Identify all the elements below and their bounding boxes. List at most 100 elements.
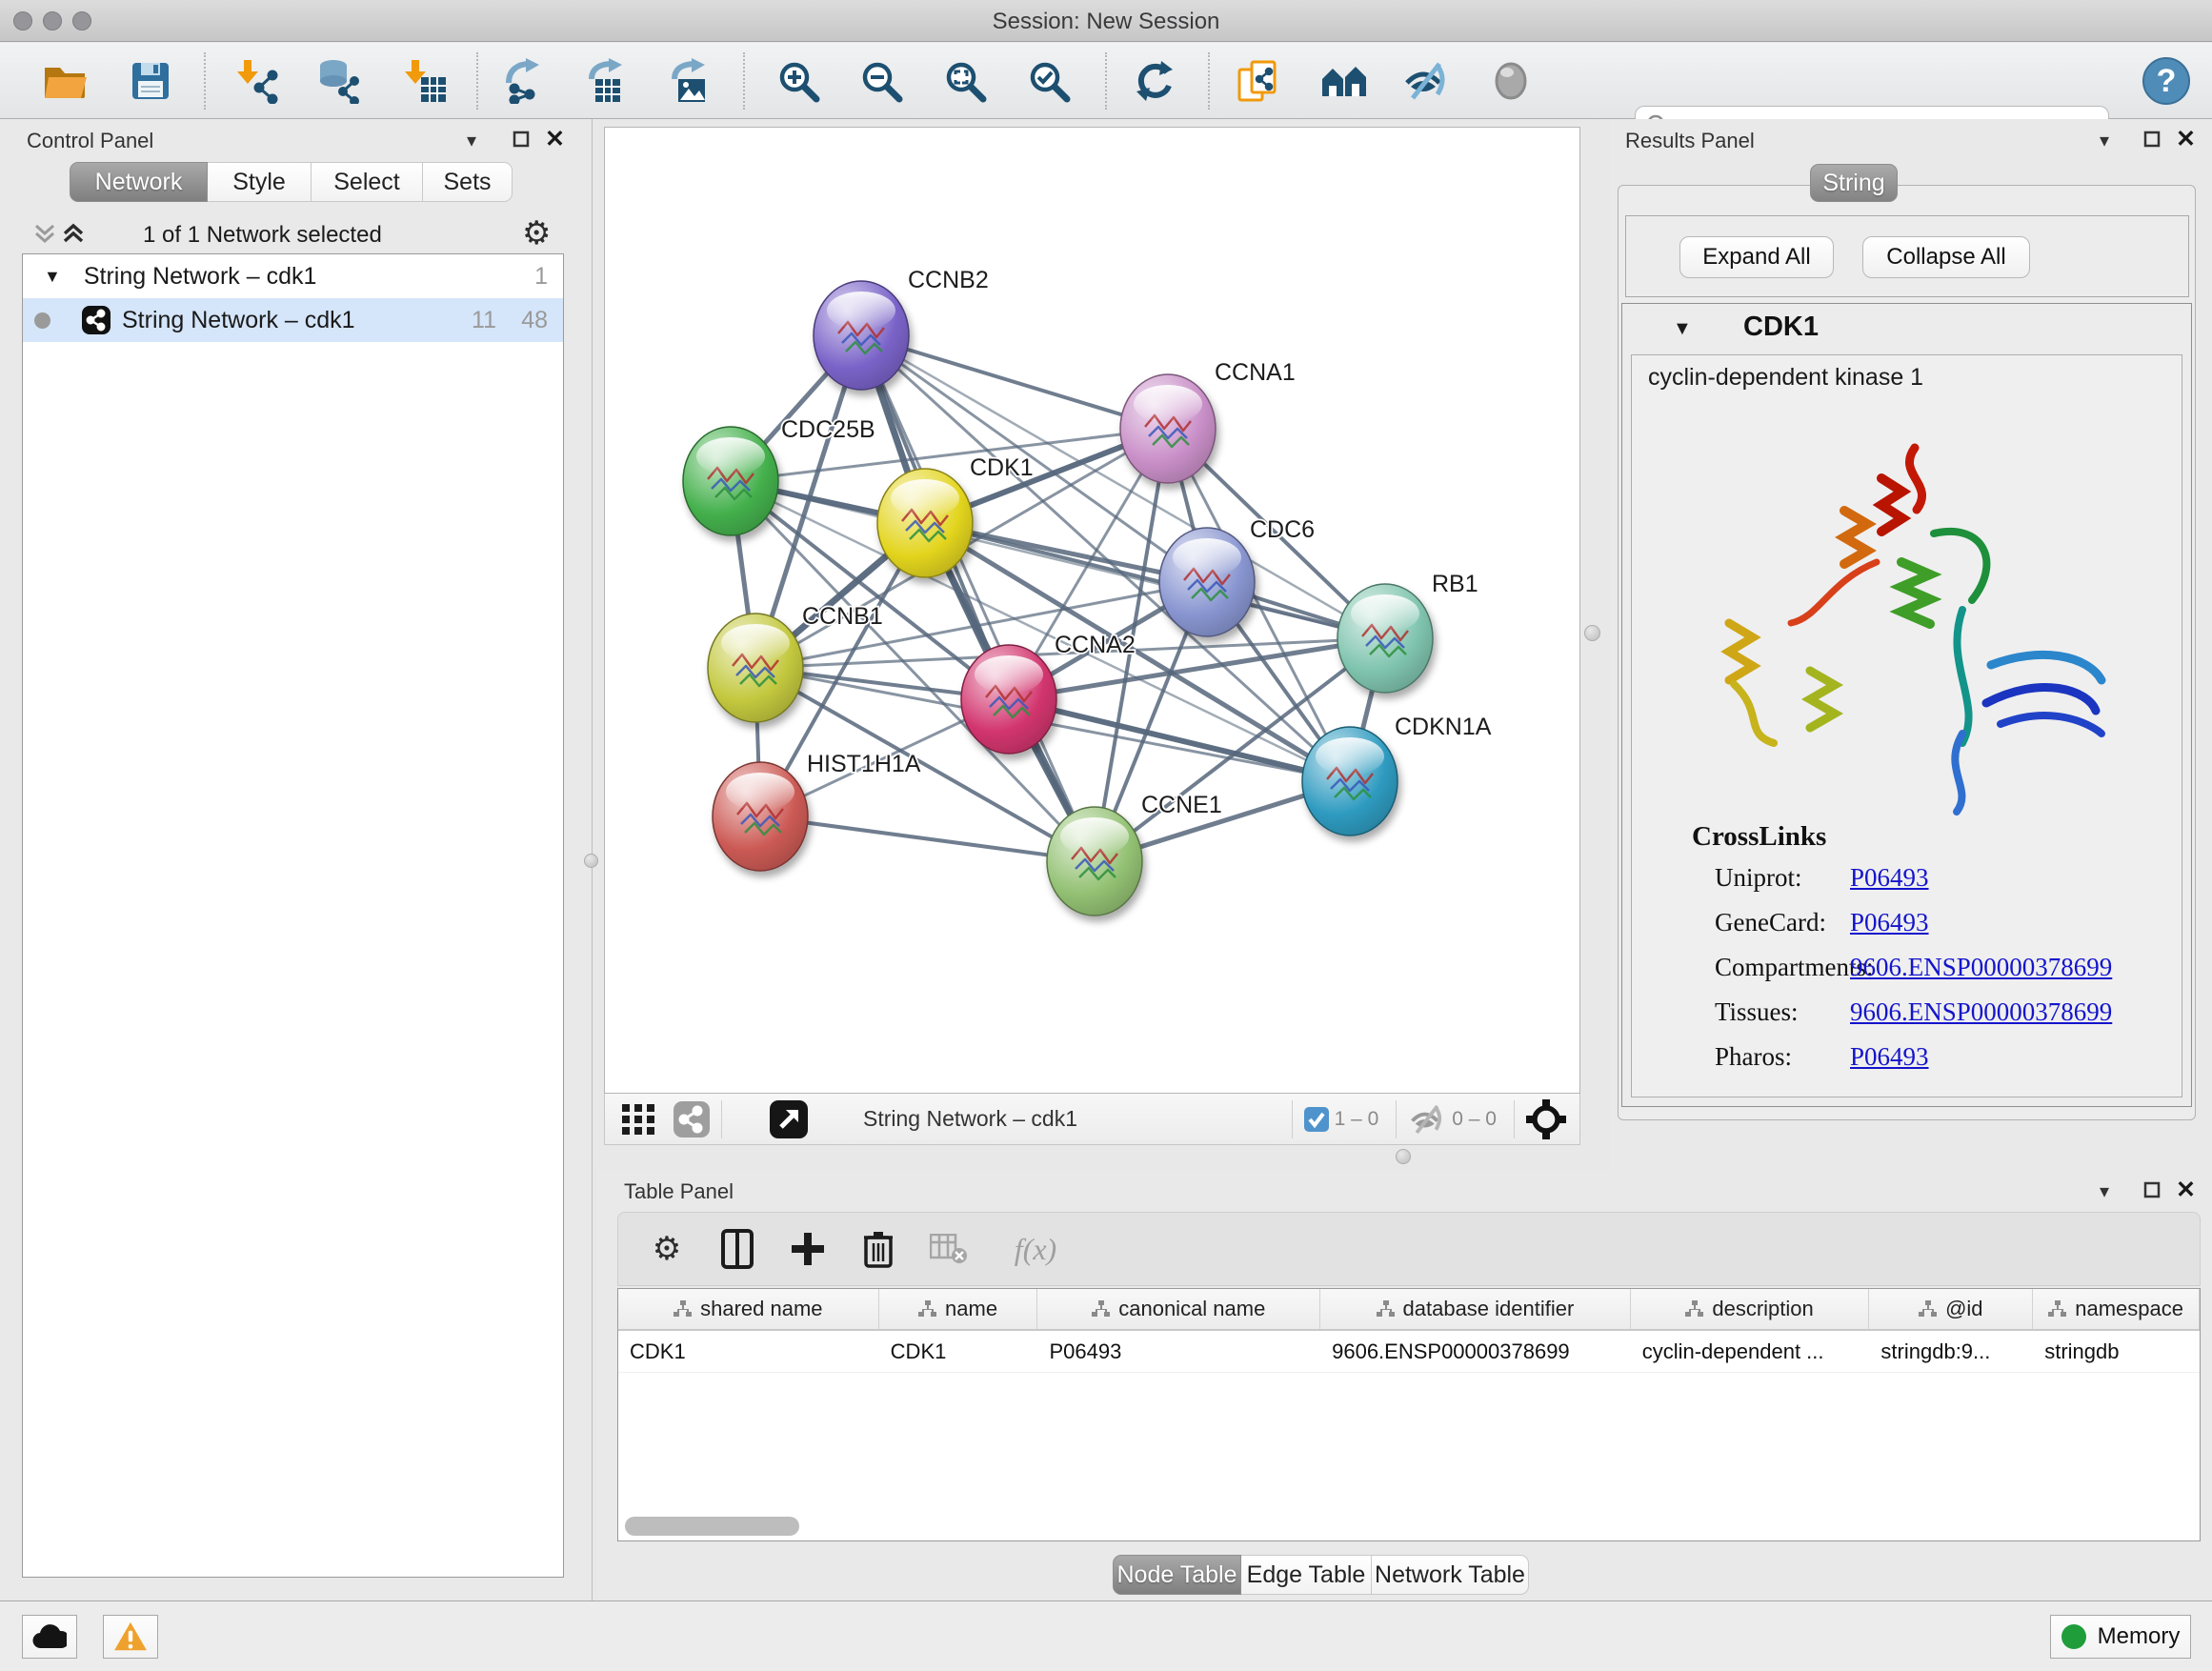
control-panel-menu-icon[interactable]: ▾	[467, 129, 476, 152]
save-session-button[interactable]	[126, 56, 175, 106]
crosslink-uniprot-link[interactable]: P06493	[1850, 863, 1929, 893]
open-in-window-icon[interactable]	[770, 1100, 808, 1138]
show-columns-button[interactable]	[715, 1227, 759, 1271]
import-table-file-button[interactable]	[400, 56, 450, 106]
clone-network-button[interactable]	[1235, 56, 1284, 106]
node-CCNA2[interactable]	[961, 645, 1056, 754]
table-options-button[interactable]: ⚙	[645, 1227, 689, 1271]
table-horizontal-scrollbar[interactable]	[625, 1517, 799, 1536]
import-network-database-button[interactable]	[312, 56, 362, 106]
network-row[interactable]: String Network – cdk1 11 48	[23, 298, 563, 342]
expand-all-icon[interactable]	[61, 222, 86, 247]
network-view-title: String Network – cdk1	[863, 1106, 1077, 1132]
table-header-row: shared name name canonical name database…	[618, 1289, 2200, 1331]
tab-select[interactable]: Select	[312, 162, 423, 202]
gene-collapse-caret-icon[interactable]: ▼	[1673, 318, 1692, 340]
crosslink-tissues-link[interactable]: 9606.ENSP00000378699	[1850, 997, 2112, 1027]
node-CDK1[interactable]	[877, 469, 973, 577]
node-count: 11	[472, 307, 496, 334]
columns-icon	[721, 1229, 754, 1269]
crosslink-compartments-link[interactable]: 9606.ENSP00000378699	[1850, 953, 2112, 982]
collapse-all-button[interactable]: Collapse All	[1862, 236, 2030, 278]
crosslink-genecard-link[interactable]: P06493	[1850, 908, 1929, 937]
left-splitter-handle[interactable]	[584, 854, 598, 868]
zoom-out-button[interactable]	[856, 56, 906, 106]
apply-layout-button[interactable]	[1130, 56, 1179, 106]
column-type-icon	[2048, 1300, 2067, 1318]
node-CDC6[interactable]	[1159, 528, 1255, 636]
column-header-description[interactable]: description	[1631, 1289, 1870, 1329]
create-column-button[interactable]	[786, 1227, 830, 1271]
network-view-toolbar: String Network – cdk1 1 – 0 0 – 0	[604, 1094, 1580, 1145]
open-session-button[interactable]	[40, 56, 90, 106]
network-view-canvas[interactable]: CCNB2CCNA1CDC25BCDK1CDC6RB1CCNB1CCNA2CDK…	[604, 127, 1580, 1094]
tab-network[interactable]: Network	[70, 162, 208, 202]
function-builder-button[interactable]: f(x)	[997, 1227, 1074, 1271]
column-header-shared-name[interactable]: shared name	[618, 1289, 879, 1329]
table-panel-float-icon[interactable]	[2143, 1181, 2161, 1198]
bottom-splitter-handle[interactable]	[1396, 1149, 1411, 1164]
import-network-file-button[interactable]	[232, 56, 282, 106]
first-neighbors-button[interactable]	[1319, 56, 1369, 106]
column-header-id[interactable]: @id	[1869, 1289, 2033, 1329]
tab-style[interactable]: Style	[208, 162, 312, 202]
selected-checkbox-icon[interactable]	[1304, 1107, 1329, 1132]
zoom-in-button[interactable]	[774, 56, 823, 106]
column-header-namespace[interactable]: namespace	[2033, 1289, 2200, 1329]
table-row[interactable]: CDK1 CDK1 P06493 9606.ENSP00000378699 cy…	[618, 1331, 2200, 1373]
cloud-status-button[interactable]	[22, 1615, 77, 1659]
show-all-button[interactable]	[1486, 56, 1536, 106]
grid-view-icon[interactable]	[622, 1104, 656, 1135]
delete-column-button[interactable]	[856, 1227, 900, 1271]
tab-string[interactable]: String	[1810, 164, 1898, 202]
results-panel-menu-icon[interactable]: ▾	[2100, 129, 2109, 152]
node-CCNB1[interactable]	[708, 614, 803, 722]
birds-eye-view-icon[interactable]	[1526, 1099, 1566, 1139]
network-list: ▼ String Network – cdk1 1 String Network…	[22, 253, 564, 1578]
column-header-canonical-name[interactable]: canonical name	[1037, 1289, 1320, 1329]
node-RB1[interactable]	[1337, 584, 1433, 693]
gray-eye-icon	[1490, 60, 1532, 102]
node-CCNE1[interactable]	[1047, 807, 1142, 916]
results-panel-float-icon[interactable]	[2143, 131, 2161, 148]
collapse-caret-icon[interactable]: ▼	[44, 267, 61, 287]
node-CCNB2[interactable]	[814, 281, 909, 390]
hidden-eye-slash-icon[interactable]	[1408, 1103, 1446, 1136]
export-table-button[interactable]	[582, 56, 632, 106]
column-type-icon	[674, 1300, 693, 1318]
network-options-gear-icon[interactable]: ⚙	[522, 214, 551, 252]
collapse-all-icon[interactable]	[32, 222, 57, 247]
node-CDC25B[interactable]	[683, 427, 778, 535]
zoom-fit-button[interactable]	[940, 56, 990, 106]
node-HIST1H1A[interactable]	[713, 762, 808, 871]
tab-node-table[interactable]: Node Table	[1113, 1555, 1241, 1595]
table-panel-menu-icon[interactable]: ▾	[2100, 1179, 2109, 1203]
column-header-name[interactable]: name	[879, 1289, 1038, 1329]
export-network-button[interactable]	[499, 56, 549, 106]
clone-network-icon	[1237, 58, 1282, 104]
delete-table-button[interactable]	[927, 1227, 971, 1271]
expand-all-button[interactable]: Expand All	[1679, 236, 1834, 278]
results-panel-close-icon[interactable]: ✕	[2176, 125, 2196, 153]
tab-sets[interactable]: Sets	[423, 162, 513, 202]
node-CDKN1A[interactable]	[1302, 727, 1398, 836]
hide-selected-button[interactable]	[1401, 56, 1451, 106]
table-toolbar: ⚙ f(x)	[617, 1212, 2201, 1286]
right-splitter-handle[interactable]	[1584, 625, 1600, 641]
footer-divider	[1292, 1100, 1293, 1138]
warnings-button[interactable]	[103, 1615, 158, 1659]
node-CCNA1[interactable]	[1120, 374, 1216, 483]
network-collection-row[interactable]: ▼ String Network – cdk1 1	[23, 254, 563, 298]
crosslink-pharos-link[interactable]: P06493	[1850, 1042, 1929, 1072]
memory-button[interactable]: Memory	[2050, 1615, 2191, 1659]
zoom-selected-button[interactable]	[1024, 56, 1074, 106]
table-panel-close-icon[interactable]: ✕	[2176, 1176, 2196, 1204]
tab-edge-table[interactable]: Edge Table	[1241, 1555, 1372, 1595]
tab-network-table[interactable]: Network Table	[1372, 1555, 1529, 1595]
control-panel-float-icon[interactable]	[513, 131, 530, 148]
help-button[interactable]: ?	[2142, 56, 2191, 106]
column-header-database-identifier[interactable]: database identifier	[1320, 1289, 1631, 1329]
export-image-button[interactable]	[665, 56, 714, 106]
string-view-icon[interactable]	[674, 1101, 710, 1137]
control-panel-close-icon[interactable]: ✕	[545, 125, 565, 153]
